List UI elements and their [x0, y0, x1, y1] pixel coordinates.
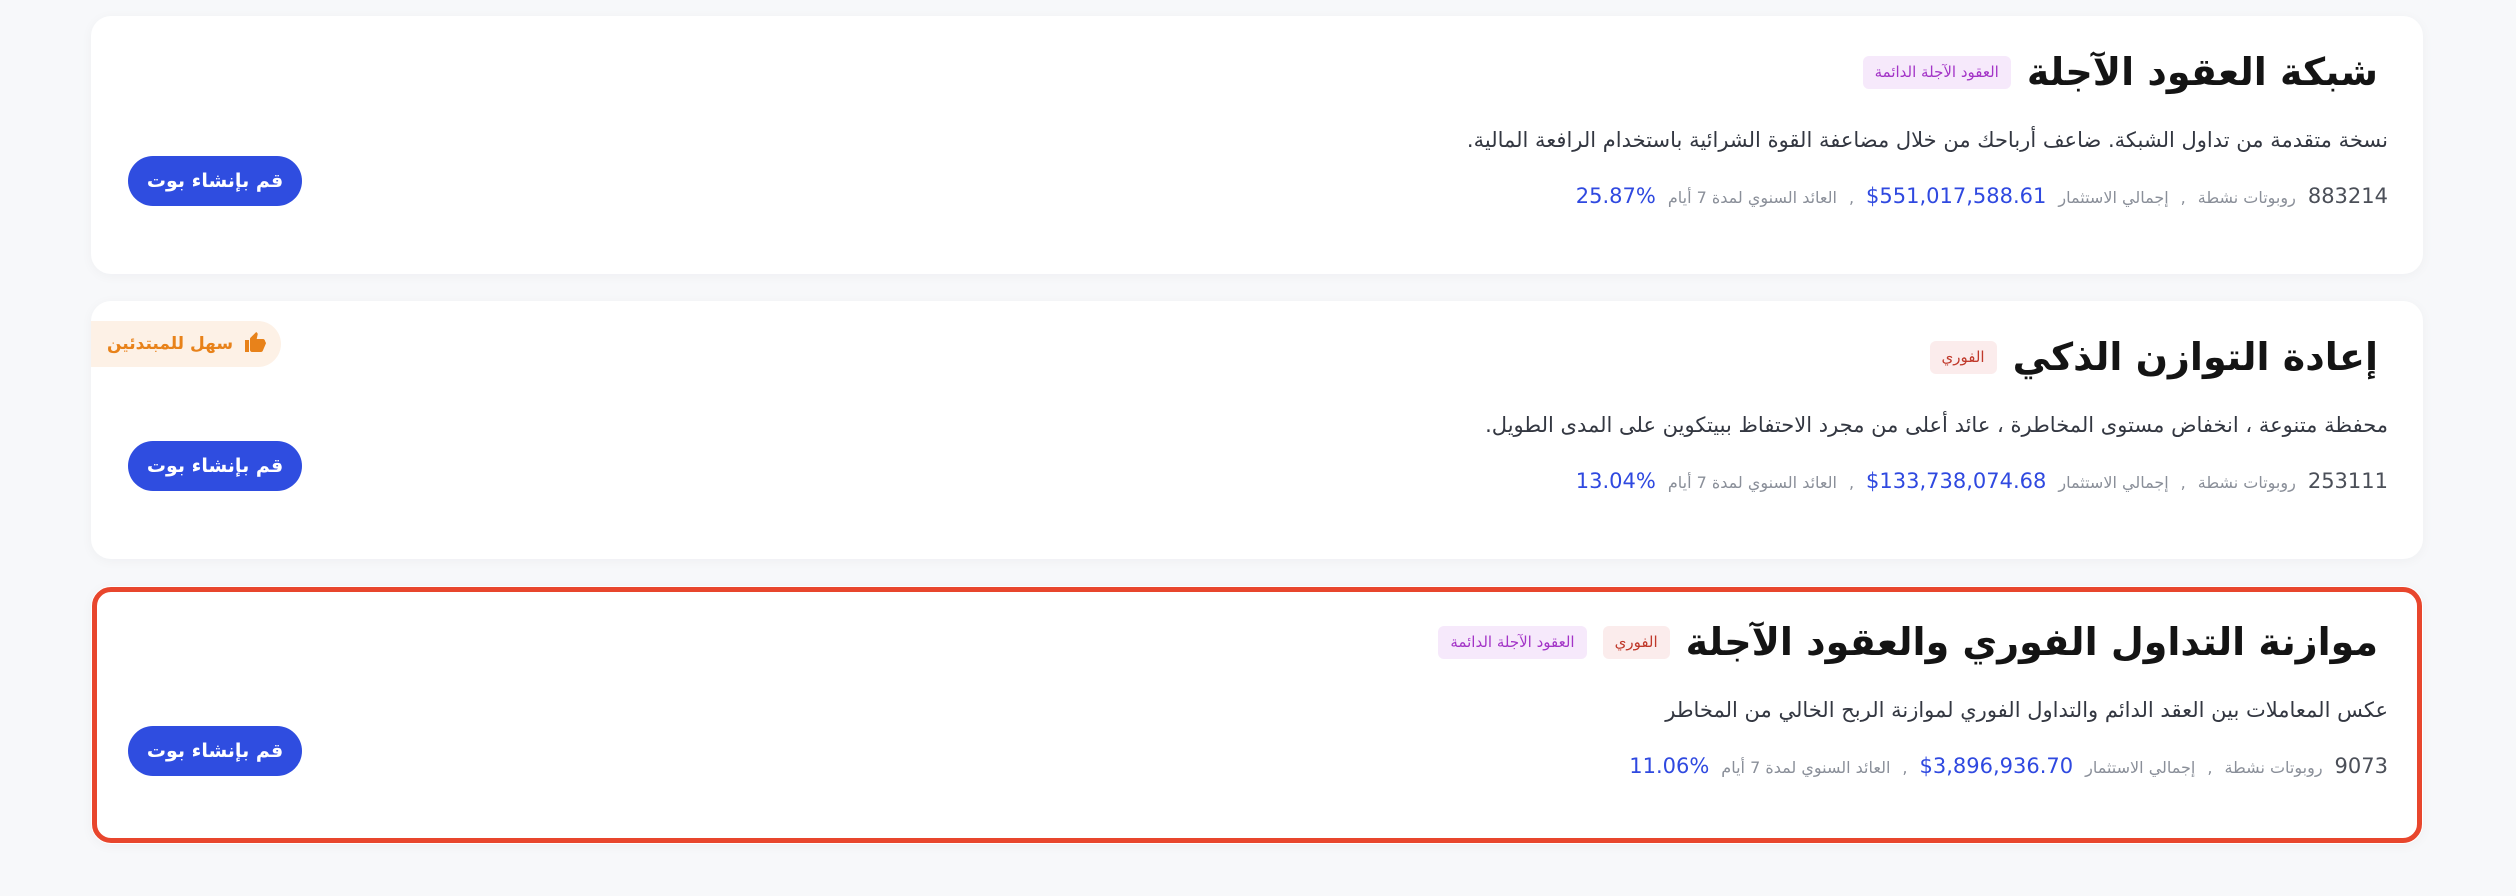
total-investment-label: إجمالي الاستثمار: [2058, 473, 2169, 492]
create-bot-button[interactable]: قم بإنشاء بوت: [128, 156, 302, 206]
apy-value: 11.06%: [1629, 754, 1710, 778]
strategy-card-spot-futures-arbitrage[interactable]: موازنة التداول الفوري والعقود الآجلة الف…: [91, 586, 2423, 844]
card-title-row: شبكة العقود الآجلة العقود الآجلة الدائمة: [1862, 50, 2378, 94]
card-title: موازنة التداول الفوري والعقود الآجلة: [1685, 620, 2378, 664]
total-investment-value: $3,896,936.70: [1919, 754, 2074, 778]
card-description: عكس المعاملات بين العقد الدائم والتداول …: [1665, 698, 2388, 722]
thumbs-up-icon: [243, 330, 267, 359]
badge-label: سهل للمبتدئين: [107, 334, 234, 354]
apy-value: 13.04%: [1575, 469, 1656, 493]
strategy-card-smart-rebalance[interactable]: سهل للمبتدئين إعادة التوازن الذكي الفوري…: [91, 301, 2423, 559]
card-title-row: إعادة التوازن الذكي الفوري: [1929, 335, 2378, 379]
card-stats: 9073 روبوتات نشطة , إجمالي الاستثمار $3,…: [1629, 754, 2388, 778]
card-description: نسخة متقدمة من تداول الشبكة. ضاعف أرباحك…: [1466, 128, 2388, 152]
tag-spot: الفوري: [1602, 625, 1670, 659]
card-stats: 883214 روبوتات نشطة , إجمالي الاستثمار $…: [1575, 184, 2388, 208]
active-bots-count: 883214: [2307, 184, 2388, 208]
apy-value: 25.87%: [1575, 184, 1656, 208]
total-investment-label: إجمالي الاستثمار: [2085, 758, 2196, 777]
strategy-card-futures-grid[interactable]: شبكة العقود الآجلة العقود الآجلة الدائمة…: [91, 16, 2423, 274]
total-investment-value: $133,738,074.68: [1866, 469, 2047, 493]
tag-perpetual-futures: العقود الآجلة الدائمة: [1438, 625, 1587, 659]
card-title: شبكة العقود الآجلة: [2026, 50, 2378, 94]
card-description: محفظة متنوعة ، انخفاض مستوى المخاطرة ، ع…: [1485, 413, 2388, 437]
card-title-row: موازنة التداول الفوري والعقود الآجلة الف…: [1438, 620, 2378, 664]
tag-perpetual-futures: العقود الآجلة الدائمة: [1862, 55, 2011, 89]
active-bots-count: 9073: [2334, 754, 2388, 778]
card-title: إعادة التوازن الذكي: [2012, 335, 2378, 379]
apy-label: العائد السنوي لمدة 7 أيام: [1721, 758, 1891, 777]
beginner-friendly-badge: سهل للمبتدئين: [91, 321, 282, 367]
active-bots-label: روبوتات نشطة: [2197, 473, 2296, 492]
create-bot-button[interactable]: قم بإنشاء بوت: [128, 726, 302, 776]
total-investment-label: إجمالي الاستثمار: [2058, 188, 2169, 207]
total-investment-value: $551,017,588.61: [1866, 184, 2047, 208]
tag-spot: الفوري: [1929, 340, 1997, 374]
apy-label: العائد السنوي لمدة 7 أيام: [1667, 473, 1837, 492]
active-bots-count: 253111: [2307, 469, 2388, 493]
card-stats: 253111 روبوتات نشطة , إجمالي الاستثمار $…: [1575, 469, 2388, 493]
active-bots-label: روبوتات نشطة: [2197, 188, 2296, 207]
apy-label: العائد السنوي لمدة 7 أيام: [1667, 188, 1837, 207]
create-bot-button[interactable]: قم بإنشاء بوت: [128, 441, 302, 491]
active-bots-label: روبوتات نشطة: [2224, 758, 2323, 777]
